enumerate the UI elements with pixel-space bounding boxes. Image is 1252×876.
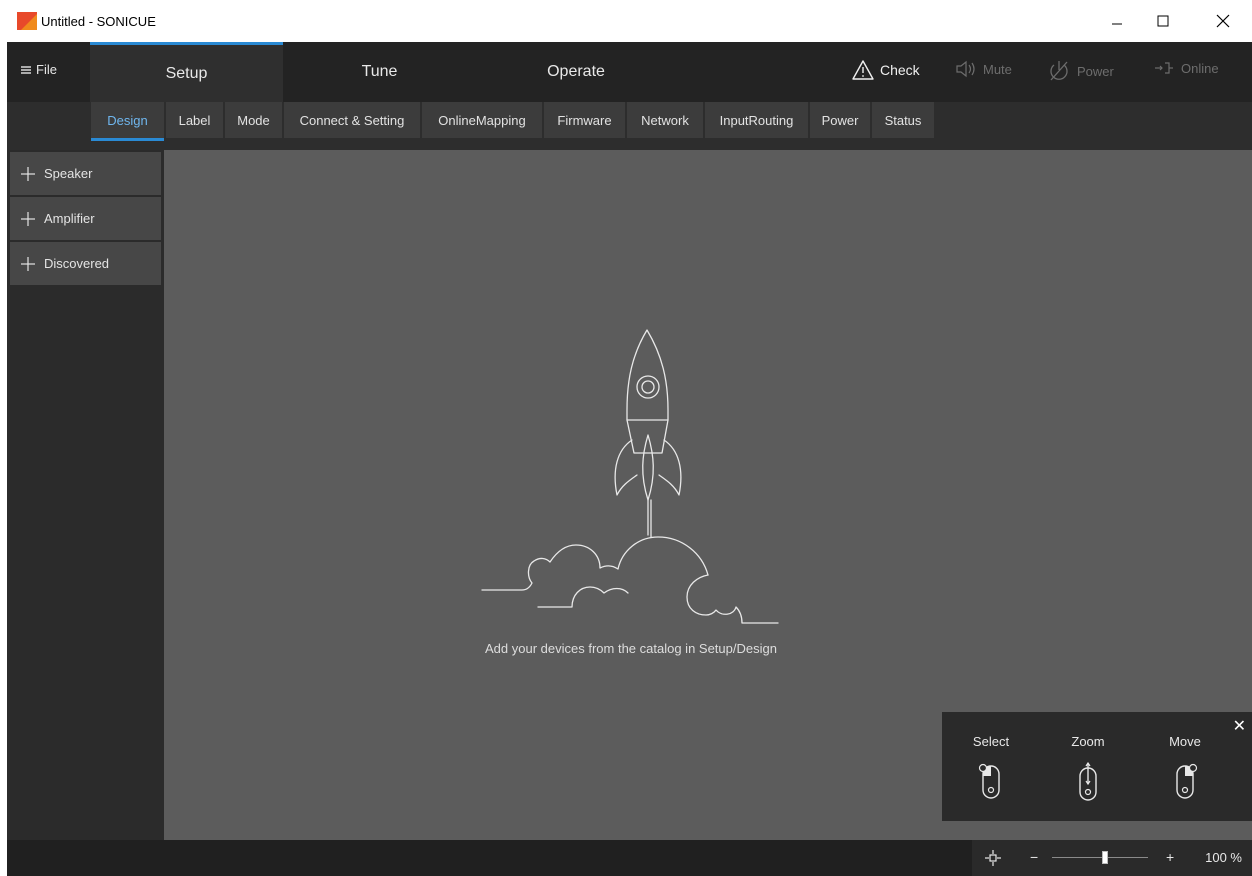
subtab-design[interactable]: Design <box>91 102 164 141</box>
check-button[interactable]: Check <box>852 60 920 80</box>
tab-setup[interactable]: Setup <box>90 42 283 102</box>
plus-icon <box>21 166 35 181</box>
sonicue-logo-icon <box>17 12 37 30</box>
catalog-item-speaker[interactable]: Speaker <box>10 152 161 195</box>
zoom-slider-track[interactable] <box>1052 857 1148 858</box>
mouse-scroll-icon <box>1079 762 1097 801</box>
tab-setup-label: Setup <box>165 64 208 82</box>
check-label: Check <box>880 62 920 78</box>
subtab-design-label: Design <box>107 112 148 128</box>
mouse-help-panel: ✕ Select Zoom Move <box>942 712 1252 821</box>
plus-icon <box>21 256 35 271</box>
online-label: Online <box>1181 60 1219 76</box>
catalog-item-label: Discovered <box>44 256 110 271</box>
subtab-power[interactable]: Power <box>810 102 870 138</box>
subtab-network-label: Network <box>641 112 689 128</box>
subtab-online-mapping[interactable]: OnlineMapping <box>422 102 542 138</box>
tab-tune-label: Tune <box>361 63 398 80</box>
maximize-button[interactable] <box>1145 8 1181 34</box>
subtab-firmware[interactable]: Firmware <box>544 102 625 138</box>
plus-icon <box>21 211 35 226</box>
main-nav: File Setup Tune Operate Check Mute Power… <box>7 42 1252 102</box>
subtab-input-routing-label: InputRouting <box>719 112 794 128</box>
mute-label: Mute <box>983 61 1012 77</box>
warning-icon <box>852 60 874 80</box>
device-catalog: Speaker Amplifier Discovered <box>7 150 164 840</box>
catalog-item-discovered[interactable]: Discovered <box>10 242 161 285</box>
app-window: Untitled - SONICUE File Setup Tune Opera… <box>7 0 1252 876</box>
minimize-icon <box>1112 23 1122 25</box>
file-menu-button[interactable]: File <box>21 62 57 77</box>
zoom-in-button[interactable]: + <box>1166 849 1174 865</box>
tab-tune[interactable]: Tune <box>283 42 476 102</box>
rocket-launch-icon <box>481 329 779 624</box>
zoom-controls: − + 100 % <box>972 840 1252 876</box>
maximize-icon <box>1157 15 1169 27</box>
zoom-out-button[interactable]: − <box>1030 849 1038 865</box>
catalog-item-label: Amplifier <box>44 211 95 226</box>
subtab-power-label: Power <box>821 112 859 128</box>
subtab-status[interactable]: Status <box>872 102 934 138</box>
subtab-input-routing[interactable]: InputRouting <box>705 102 808 138</box>
mouse-right-click-icon <box>1176 763 1198 799</box>
subtab-mode[interactable]: Mode <box>225 102 282 138</box>
catalog-item-amplifier[interactable]: Amplifier <box>10 197 161 240</box>
speaker-mute-icon <box>956 60 975 78</box>
subtab-connect-setting[interactable]: Connect & Setting <box>284 102 420 138</box>
zoom-level-readout: 100 % <box>1205 850 1242 865</box>
online-button[interactable]: Online <box>1153 60 1219 76</box>
help-zoom-label: Zoom <box>1071 734 1105 749</box>
subtab-firmware-label: Firmware <box>557 112 612 128</box>
tab-operate[interactable]: Operate <box>476 42 676 102</box>
status-bar: − + 100 % <box>7 840 1252 876</box>
help-close-icon[interactable]: ✕ <box>1233 716 1246 736</box>
subtab-network[interactable]: Network <box>627 102 703 138</box>
tab-operate-label: Operate <box>547 63 605 80</box>
hamburger-icon <box>21 65 31 74</box>
power-label: Power <box>1077 63 1114 79</box>
close-icon <box>1216 14 1230 28</box>
minimize-button[interactable] <box>1099 8 1135 34</box>
title-bar: Untitled - SONICUE <box>7 0 1252 42</box>
subtab-status-label: Status <box>884 112 922 128</box>
mute-button[interactable]: Mute <box>955 60 1012 78</box>
help-move-label: Move <box>1169 734 1201 749</box>
power-icon <box>1050 61 1068 81</box>
fit-to-screen-icon[interactable] <box>985 850 1001 866</box>
file-menu-label: File <box>36 62 57 77</box>
design-canvas[interactable]: Add your devices from the catalog in Set… <box>164 150 1252 840</box>
subtab-label[interactable]: Label <box>166 102 223 138</box>
window-title: Untitled - SONICUE <box>41 14 156 29</box>
help-select-label: Select <box>972 734 1010 749</box>
power-button[interactable]: Power <box>1047 60 1114 82</box>
close-button[interactable] <box>1205 8 1241 34</box>
sub-tabs: Design Label Mode Connect & Setting Onli… <box>7 102 1252 148</box>
subtab-label-label: Label <box>178 112 211 128</box>
subtab-mode-label: Mode <box>237 112 270 128</box>
zoom-slider-thumb[interactable] <box>1101 851 1108 864</box>
mouse-left-click-icon <box>978 763 1000 799</box>
subtab-connect-setting-label: Connect & Setting <box>299 112 405 128</box>
catalog-item-label: Speaker <box>44 166 93 181</box>
online-plug-icon <box>1155 62 1173 74</box>
subtab-online-mapping-label: OnlineMapping <box>438 112 526 128</box>
empty-canvas-message: Add your devices from the catalog in Set… <box>485 641 777 656</box>
